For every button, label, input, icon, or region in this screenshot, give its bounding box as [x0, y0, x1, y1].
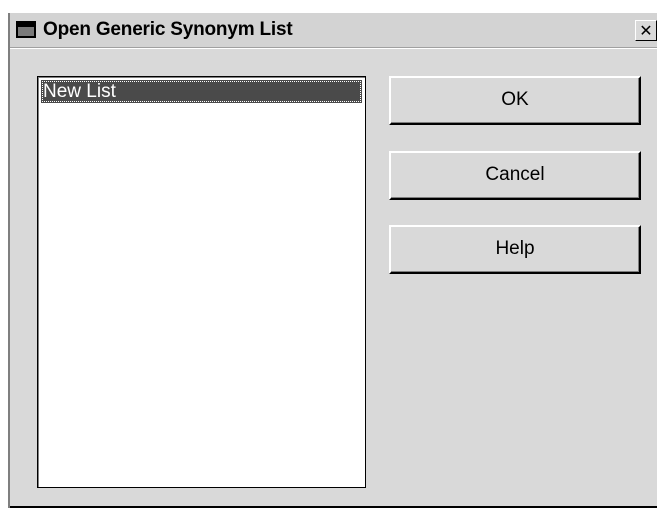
ok-button[interactable]: OK [389, 76, 641, 125]
window-menu-icon[interactable] [16, 21, 36, 38]
synonym-list-box[interactable]: New List [37, 76, 366, 488]
open-generic-synonym-list-dialog: Open Generic Synonym List ✕ New List OK … [8, 13, 657, 508]
list-item-new-list[interactable]: New List [41, 80, 362, 103]
title-bar[interactable]: Open Generic Synonym List ✕ [10, 13, 657, 48]
dialog-body: New List OK Cancel Help [10, 48, 657, 508]
close-button[interactable]: ✕ [635, 20, 657, 41]
help-button[interactable]: Help [389, 225, 641, 274]
dialog-title: Open Generic Synonym List [43, 19, 293, 40]
close-icon: ✕ [639, 21, 653, 40]
cancel-button[interactable]: Cancel [389, 151, 641, 200]
